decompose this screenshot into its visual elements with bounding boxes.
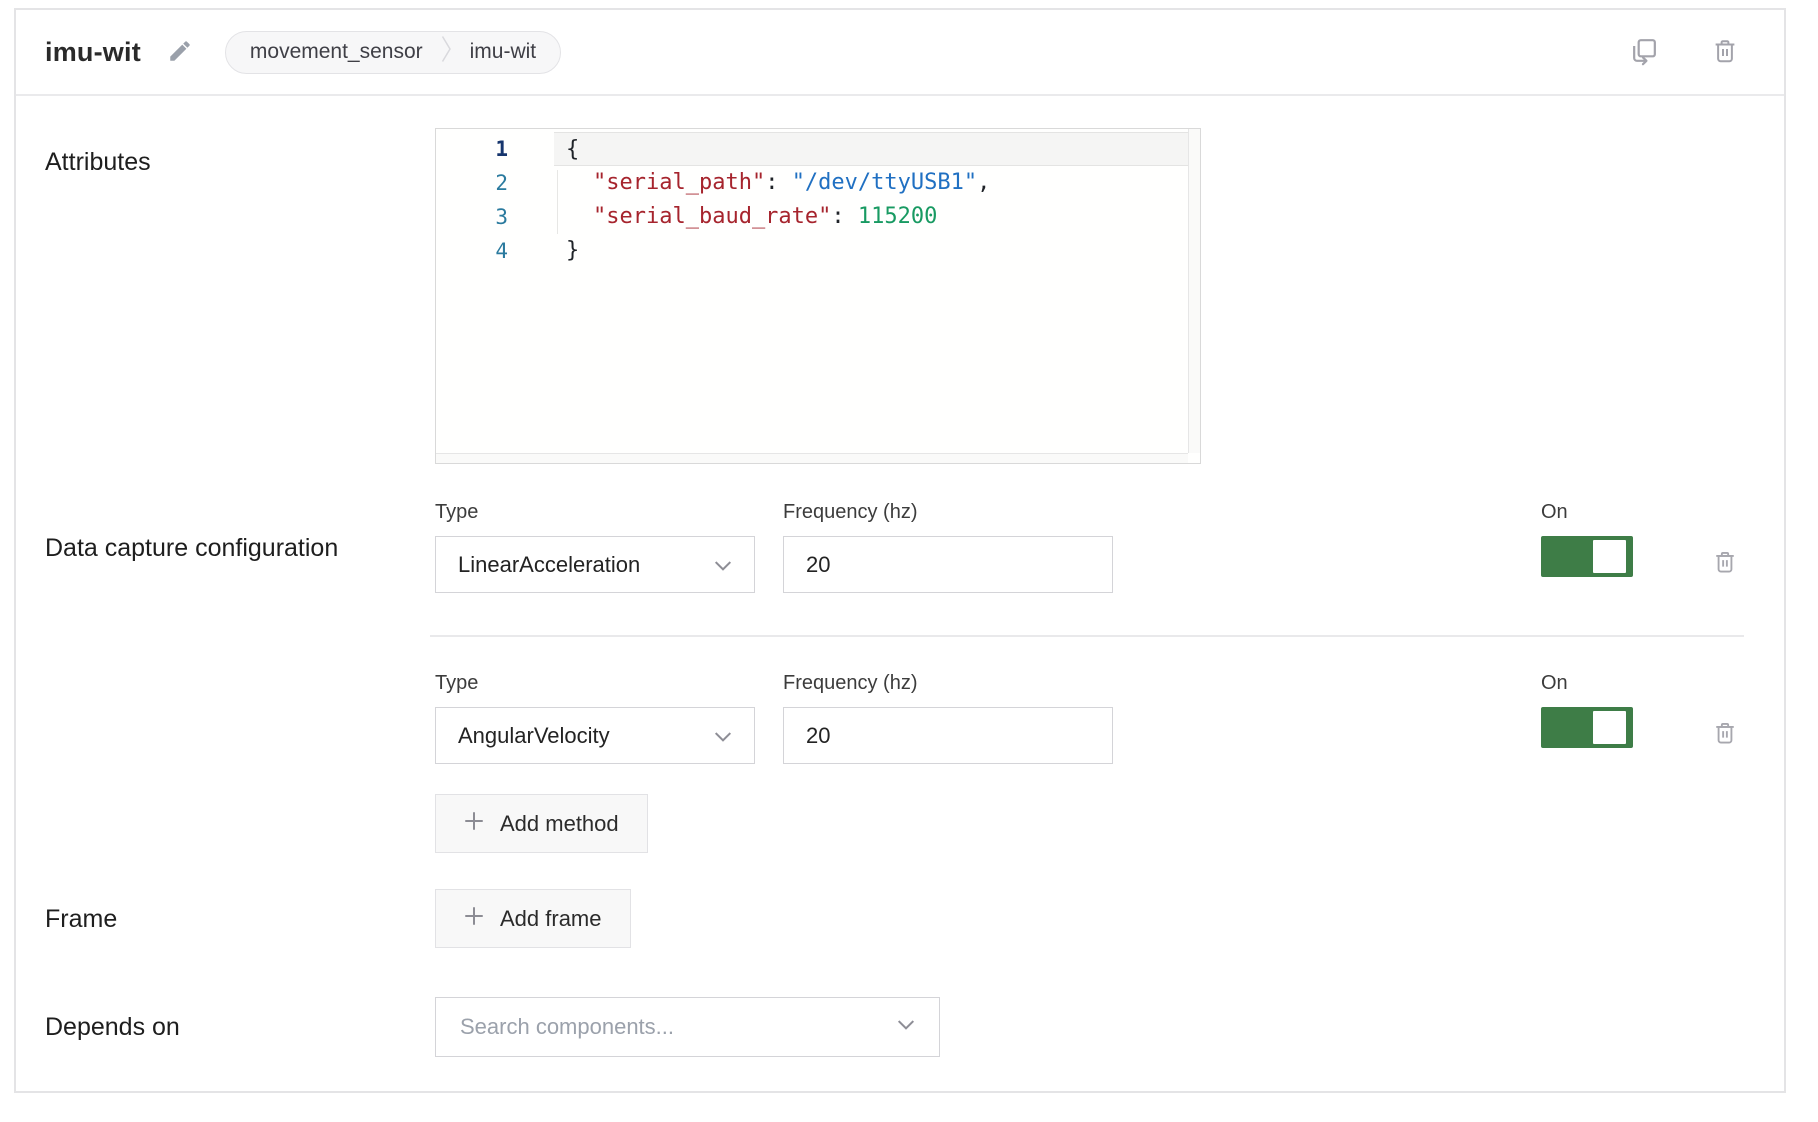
capture-frequency-input[interactable] (783, 707, 1113, 764)
indent-guide (557, 170, 558, 234)
depends-on-search[interactable] (435, 997, 940, 1057)
capture-method-row: Type LinearAcceleration Frequency (hz) (435, 500, 1739, 593)
plus-icon (464, 811, 484, 837)
trash-icon (1710, 36, 1740, 69)
capture-enabled-toggle[interactable] (1541, 707, 1633, 748)
attributes-section: Attributes 1 { 2 "serial_path": "/dev/tt… (45, 128, 1739, 464)
capture-frequency-input[interactable] (783, 536, 1113, 593)
capture-type-select[interactable]: AngularVelocity (435, 707, 755, 764)
capture-type-select[interactable]: LinearAcceleration (435, 536, 755, 593)
add-method-button[interactable]: Add method (435, 794, 648, 853)
type-label: Type (435, 500, 755, 524)
toggle-knob (1593, 711, 1626, 744)
capture-type-value: LinearAcceleration (458, 552, 640, 578)
component-card: imu-wit movement_sensor imu-wit (14, 8, 1786, 1093)
add-frame-label: Add frame (500, 906, 602, 932)
capture-row-divider (430, 635, 1744, 637)
frequency-label: Frequency (hz) (783, 500, 1113, 524)
breadcrumb-chevron-icon (441, 34, 452, 70)
code-line: 2 "serial_path": "/dev/ttyUSB1", (436, 166, 1200, 200)
code-token: : (831, 204, 858, 229)
component-header: imu-wit movement_sensor imu-wit (16, 10, 1784, 96)
editor-vertical-scrollbar[interactable] (1188, 129, 1200, 453)
code-line: 1 { (436, 132, 1200, 166)
line-number: 1 (436, 132, 554, 166)
toggle-knob (1593, 540, 1626, 573)
code-token: { (566, 137, 579, 162)
toggle-on-label: On (1541, 500, 1633, 524)
line-number: 3 (436, 200, 554, 234)
code-token: "serial_baud_rate" (593, 204, 831, 229)
code-token: 115200 (858, 204, 937, 229)
breadcrumb-name: imu-wit (470, 40, 537, 64)
chevron-down-icon (714, 723, 732, 749)
code-token: } (566, 238, 579, 263)
capture-type-value: AngularVelocity (458, 723, 610, 749)
chevron-down-icon (897, 1018, 915, 1036)
line-number: 2 (436, 166, 554, 200)
duplicate-component-button[interactable] (1629, 35, 1660, 69)
component-title: imu-wit (45, 37, 141, 68)
delete-capture-method-button[interactable] (1711, 548, 1739, 579)
trash-icon (1711, 719, 1739, 750)
toggle-on-label: On (1541, 671, 1633, 695)
code-token: "/dev/ttyUSB1" (792, 170, 977, 195)
capture-method-row: Type AngularVelocity Frequency (hz) (435, 671, 1739, 764)
type-label: Type (435, 671, 755, 695)
pencil-icon (167, 38, 193, 67)
code-token: , (977, 170, 990, 195)
code-line: 4 } (436, 234, 1200, 268)
attributes-json-editor[interactable]: 1 { 2 "serial_path": "/dev/ttyUSB1", 3 "… (435, 128, 1201, 464)
add-frame-button[interactable]: Add frame (435, 889, 631, 948)
code-token: : (765, 170, 792, 195)
rename-component-button[interactable] (167, 38, 193, 67)
attributes-label: Attributes (45, 148, 151, 176)
delete-capture-method-button[interactable] (1711, 719, 1739, 750)
plus-icon (464, 906, 484, 932)
line-number: 4 (436, 234, 554, 268)
code-token: "serial_path" (593, 170, 765, 195)
frame-label: Frame (45, 905, 117, 933)
editor-horizontal-scrollbar[interactable] (436, 453, 1188, 463)
chevron-down-icon (714, 552, 732, 578)
frame-section: Frame Add frame (45, 889, 1739, 948)
data-capture-label: Data capture configuration (45, 534, 338, 562)
add-method-label: Add method (500, 811, 619, 837)
trash-icon (1711, 548, 1739, 579)
frequency-label: Frequency (hz) (783, 671, 1113, 695)
code-line: 3 "serial_baud_rate": 115200 (436, 200, 1200, 234)
search-components-input[interactable] (460, 1014, 897, 1040)
depends-on-label: Depends on (45, 1013, 180, 1041)
depends-on-section: Depends on (45, 997, 1739, 1057)
breadcrumb-type: movement_sensor (250, 40, 423, 64)
capture-enabled-toggle[interactable] (1541, 536, 1633, 577)
breadcrumb: movement_sensor imu-wit (225, 31, 561, 74)
delete-component-button[interactable] (1710, 36, 1740, 69)
duplicate-icon (1629, 35, 1660, 69)
data-capture-section: Data capture configuration Type LinearAc… (45, 500, 1739, 853)
